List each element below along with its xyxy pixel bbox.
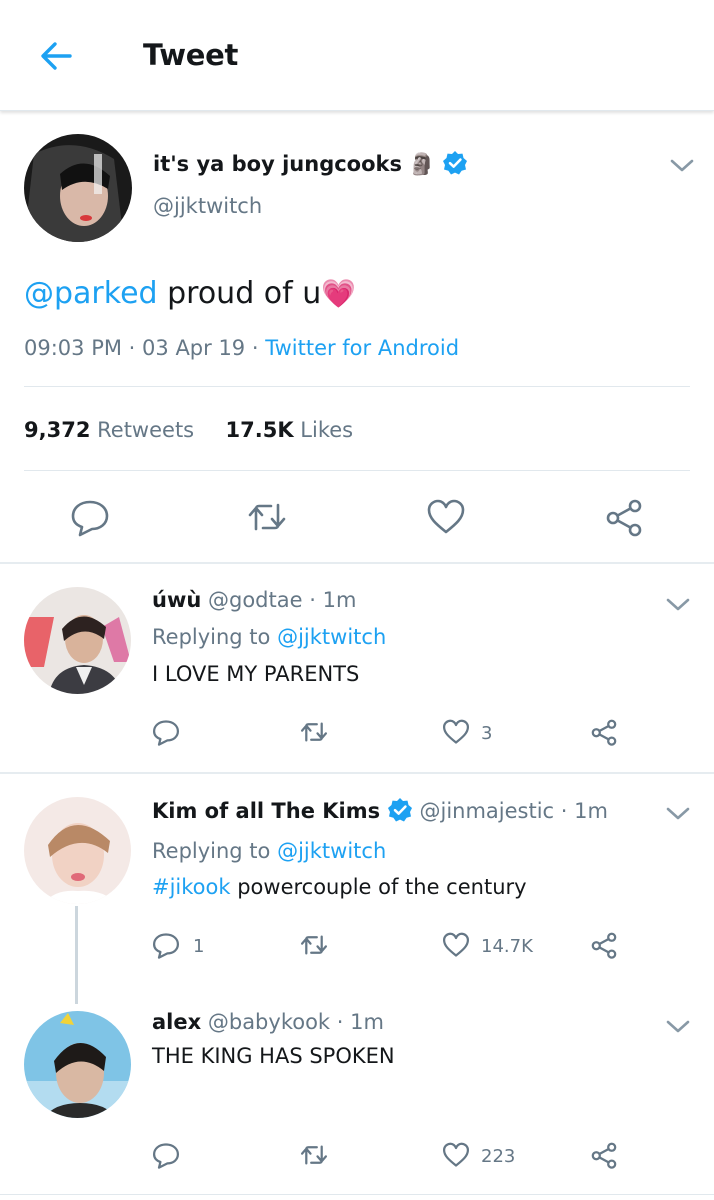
reply-time: 1m — [574, 799, 608, 823]
reply-time: 1m — [350, 1010, 384, 1034]
separator: · — [128, 336, 136, 360]
likes-label: Likes — [300, 418, 354, 442]
like-count: 3 — [481, 723, 493, 744]
top-bar — [0, 0, 714, 111]
tweet-text: @parked proud of u💗 — [24, 276, 356, 311]
tweet-client-link[interactable]: Twitter for Android — [265, 336, 459, 360]
like-count: 14.7K — [481, 936, 533, 957]
reply-icon[interactable] — [152, 931, 180, 959]
retweets-count: 9,372 — [24, 418, 91, 442]
chevron-down-icon[interactable] — [665, 597, 691, 613]
reply-text: I LOVE MY PARENTS — [152, 662, 360, 686]
retweets-label: Retweets — [97, 418, 195, 442]
reply-icon[interactable] — [152, 1141, 180, 1169]
likes-count: 17.5K — [225, 418, 294, 442]
reply-header: úwù @godtae · 1m — [152, 588, 356, 612]
moai-emoji: 🗿 — [408, 152, 435, 176]
share-icon[interactable] — [604, 497, 644, 537]
likes-stat[interactable]: 17.5K Likes — [226, 418, 354, 442]
reply-count: 1 — [193, 936, 205, 957]
replying-to-label: Replying to — [152, 625, 271, 649]
avatar[interactable] — [24, 587, 131, 694]
reply-body: powercouple of the century — [230, 875, 527, 899]
share-icon[interactable] — [590, 931, 618, 959]
replying-to: Replying to @jjktwitch — [152, 625, 386, 649]
tweet-body: proud of u — [157, 276, 322, 311]
divider — [0, 1194, 714, 1195]
reply-author-name[interactable]: Kim of all The Kims — [152, 799, 380, 823]
reply-header: Kim of all The Kims @jinmajestic · 1m — [152, 797, 608, 823]
like-count: 223 — [481, 1146, 516, 1167]
heart-icon[interactable] — [442, 931, 470, 959]
heart-icon[interactable] — [426, 497, 466, 537]
avatar[interactable] — [24, 1011, 131, 1118]
thread-line — [75, 906, 78, 1004]
verified-badge-icon — [442, 151, 467, 175]
tweet-stats: 9,372 Retweets 17.5K Likes — [24, 418, 353, 442]
author-handle[interactable]: @jjktwitch — [153, 194, 262, 218]
reply-icon[interactable] — [152, 718, 180, 746]
replying-to-link[interactable]: @jjktwitch — [277, 625, 386, 649]
author-name[interactable]: it's ya boy jungcooks — [153, 152, 402, 176]
reply-author-handle[interactable]: @jinmajestic — [419, 799, 554, 823]
share-icon[interactable] — [590, 1141, 618, 1169]
separator: · — [309, 588, 316, 612]
divider — [0, 772, 714, 774]
replying-to-label: Replying to — [152, 839, 271, 863]
retweets-stat[interactable]: 9,372 Retweets — [24, 418, 194, 442]
reply-icon[interactable] — [70, 497, 110, 537]
reply-author-name[interactable]: alex — [152, 1010, 201, 1034]
chevron-down-icon[interactable] — [665, 1019, 691, 1035]
author-line: it's ya boy jungcooks 🗿 — [153, 150, 468, 177]
page-title: Tweet — [143, 38, 239, 72]
chevron-down-icon[interactable] — [669, 158, 695, 174]
separator: · — [251, 336, 259, 360]
hashtag-link[interactable]: #jikook — [152, 875, 231, 899]
share-icon[interactable] — [590, 718, 618, 746]
mention-link[interactable]: @parked — [24, 276, 158, 311]
divider — [0, 562, 714, 564]
replying-to: Replying to @jjktwitch — [152, 839, 386, 863]
divider — [24, 386, 690, 387]
reply-text: THE KING HAS SPOKEN — [152, 1044, 395, 1068]
tweet-time: 09:03 PM — [24, 336, 122, 360]
replying-to-link[interactable]: @jjktwitch — [277, 839, 386, 863]
reply-header: alex @babykook · 1m — [152, 1010, 384, 1034]
avatar[interactable] — [24, 134, 132, 242]
chevron-down-icon[interactable] — [665, 806, 691, 822]
tweet-meta: 09:03 PM · 03 Apr 19 · Twitter for Andro… — [24, 336, 459, 360]
reply-author-name[interactable]: úwù — [152, 588, 201, 612]
back-arrow-icon[interactable] — [36, 36, 76, 76]
tweet-date: 03 Apr 19 — [142, 336, 246, 360]
reply-text: #jikook powercouple of the century — [152, 875, 527, 899]
retweet-icon[interactable] — [300, 718, 328, 746]
reply-author-handle[interactable]: @babykook — [208, 1010, 330, 1034]
heart-icon[interactable] — [442, 718, 470, 746]
heart-icon[interactable] — [442, 1141, 470, 1169]
reply-time: 1m — [322, 588, 357, 612]
verified-badge-icon — [387, 798, 412, 822]
retweet-icon[interactable] — [300, 931, 328, 959]
divider — [24, 470, 690, 471]
avatar[interactable] — [24, 797, 131, 904]
separator: · — [336, 1010, 344, 1034]
retweet-icon[interactable] — [247, 497, 287, 537]
retweet-icon[interactable] — [300, 1141, 328, 1169]
heart-emoji: 💗 — [321, 277, 357, 310]
separator: · — [560, 799, 568, 823]
reply-author-handle[interactable]: @godtae — [208, 588, 303, 612]
